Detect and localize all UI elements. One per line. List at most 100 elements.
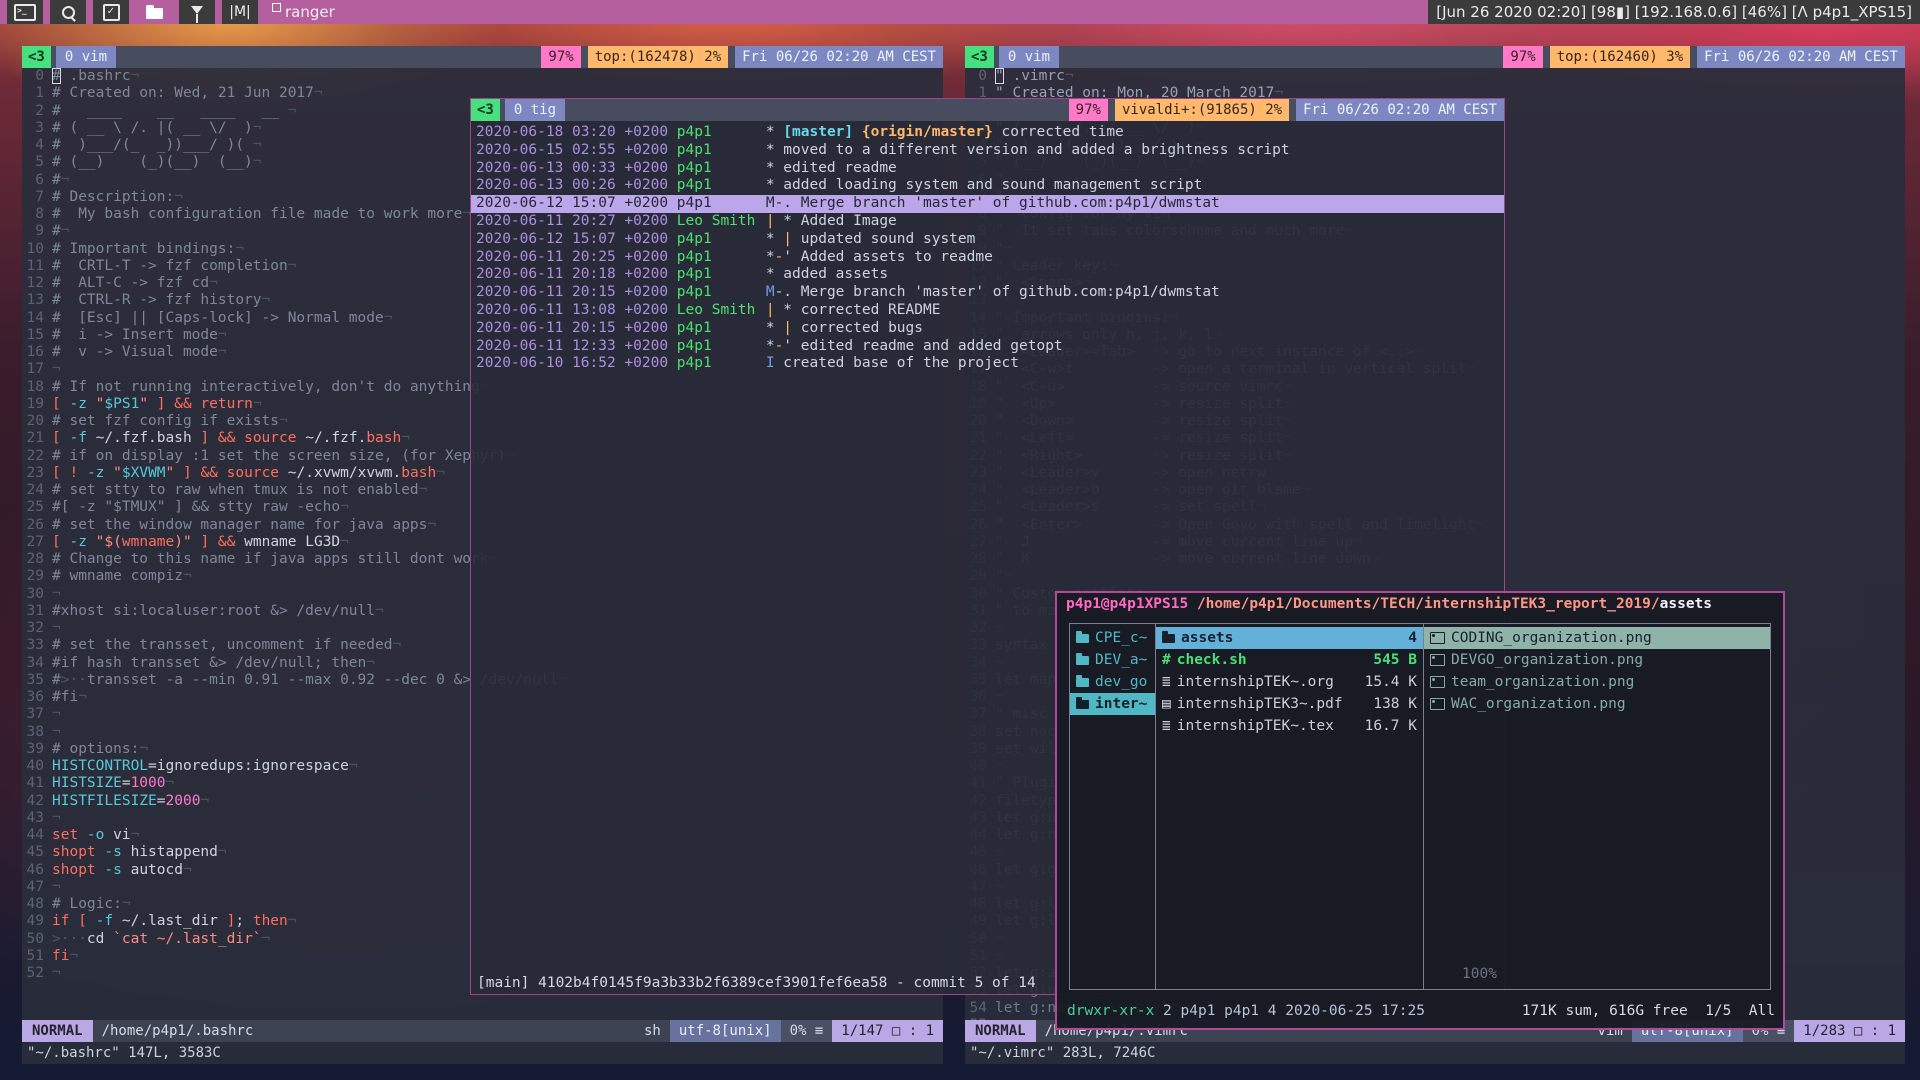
image-file-icon [1430,676,1445,688]
ranger-directory-path[interactable]: /home/p4p1/Documents/TECH/internshipTEK3… [1188,596,1659,612]
folder-icon [1076,678,1089,687]
ranger-preview-column: CODING_organization.pngDEVGO_organizatio… [1424,627,1770,989]
vim-cursor-position: 1/147 □ : 1 [832,1020,943,1042]
image-file-icon [1430,654,1445,666]
ranger-file-manager-window[interactable]: p4p1@p4p1XPS15 /home/p4p1/Documents/TECH… [1055,591,1785,1030]
ranger-hostname: p4p1@p4p1XPS15 [1066,596,1188,612]
ranger-file-entry[interactable]: ≣internshipTEK~.tex16.7 K [1156,715,1423,737]
tig-commit-row[interactable]: 2020-06-13 00:26 +0200 p4p1* added loadi… [471,177,1504,195]
image-file-icon [1430,698,1445,710]
tmux-cpu-badge: 97% [541,46,580,68]
vim-line: 0" .vimrc¬ [965,68,1905,85]
ranger-preview-entry[interactable]: WAC_organization.png [1424,693,1770,715]
folder-icon [1162,634,1175,643]
cocktail-icon [191,6,203,14]
ranger-file-entry[interactable]: ▤internshipTEK3~.pdf138 K [1156,693,1423,715]
file-info: 2 p4p1 p4p1 4 2020-06-25 17:25 [1154,1001,1425,1021]
tig-commit-row[interactable]: 2020-06-11 20:27 +0200 Leo Smith| * Adde… [471,213,1504,231]
tmux-cpu-badge: 97% [1503,46,1542,68]
directory-stats: 171K sum, 616G free 1/5 All [1522,1001,1775,1021]
tmux-session-badge[interactable]: <3 [22,46,51,68]
file-permissions: drwxr-xr-x [1067,1001,1154,1021]
tmux-cpu-badge: 97% [1069,99,1108,121]
workspace-tasks[interactable]: ✓ [93,0,129,24]
hash-file-icon: # [1162,649,1171,671]
m-icon: |M| [229,4,251,20]
ranger-path-breadcrumb: p4p1@p4p1XPS15 /home/p4p1/Documents/TECH… [1057,593,1783,619]
ranger-columns-box: CPE_c~DEV_a~dev_gointer~ assets4#check.s… [1069,623,1771,990]
tmux-top-process: vivaldi+:(91865) 2% [1115,99,1289,121]
image-file-icon [1430,632,1445,644]
text-file-icon: ≣ [1162,671,1171,693]
vim-mode-badge: NORMAL [22,1020,93,1042]
tmux-top-process: top:(162460) 3% [1550,46,1690,68]
check-icon: ✓ [103,4,120,21]
vim-cursor-position: 1/283 □ : 1 [1794,1020,1905,1042]
ranger-preview-entry[interactable]: DEVGO_organization.png [1424,649,1770,671]
tmux-clock: Fri 06/26 02:20 AM CEST [1296,99,1504,121]
system-status-text: [Jun 26 2020 02:20] [98▮] [192.168.0.6] … [1428,0,1920,24]
ranger-preview-entry[interactable]: CODING_organization.png [1424,627,1770,649]
tig-commit-row[interactable]: 2020-06-11 20:18 +0200 p4p1* added asset… [471,266,1504,284]
tmux-session-badge[interactable]: <3 [965,46,994,68]
tig-commit-row[interactable]: 2020-06-15 02:55 +0200 p4p1* moved to a … [471,142,1504,160]
search-icon [62,6,75,19]
top-bar: >_ ✓ |M| ranger [Jun 26 2020 02:20] [98▮… [0,0,1920,24]
ranger-main-column: assets4#check.sh545 B≣internshipTEK~.org… [1156,627,1423,989]
tmux-window-label[interactable]: 0 vim [999,46,1059,68]
tmux-window-label[interactable]: 0 vim [56,46,116,68]
tig-commit-list[interactable]: 2020-06-18 03:20 +0200 p4p1* [master] {o… [471,121,1504,373]
workspace-music[interactable]: |M| [222,0,258,24]
workspace-media[interactable] [179,0,215,24]
focused-window-title: ranger [285,0,335,24]
ranger-scroll-percent: 100% [1462,966,1497,982]
tmux-clock: Fri 06/26 02:20 AM CEST [1697,46,1905,68]
workspace-files-active[interactable] [136,0,172,24]
tig-commit-row[interactable]: 2020-06-11 20:15 +0200 p4p1M-. Merge bra… [471,284,1504,302]
vim-mode-badge: NORMAL [965,1020,1036,1042]
pdf-file-icon: ▤ [1162,693,1171,715]
ranger-parent-column: CPE_c~DEV_a~dev_gointer~ [1070,627,1155,989]
terminal-icon: >_ [14,4,36,21]
ranger-status-footer: drwxr-xr-x 2 p4p1 p4p1 4 2020-06-25 17:2… [1067,1001,1775,1021]
folder-icon [1076,634,1089,643]
ranger-parent-dir[interactable]: inter~ [1070,693,1155,715]
tig-status-footer: [main] 4102b4f0145f9a3b33b2f6389cef3901f… [477,975,1036,991]
vim-cmdline-left[interactable]: "~/.bashrc" 147L, 3583C [22,1042,943,1064]
tig-commit-row[interactable]: 2020-06-11 20:15 +0200 p4p1* | corrected… [471,320,1504,338]
workspace-terminal[interactable]: >_ [7,0,43,24]
tig-commit-row[interactable]: 2020-06-11 20:25 +0200 p4p1*-' Added ass… [471,249,1504,267]
tmux-statusbar-right: <3 0 vim 97% top:(162460) 3% Fri 06/26 0… [965,46,1905,68]
tig-commit-row[interactable]: 2020-06-12 15:07 +0200 p4p1M-. Merge bra… [471,195,1504,213]
ranger-file-entry[interactable]: #check.sh545 B [1156,649,1423,671]
tmux-window-label[interactable]: 0 tig [505,99,565,121]
ranger-parent-dir[interactable]: DEV_a~ [1070,649,1155,671]
ranger-parent-dir[interactable]: dev_go [1070,671,1155,693]
tmux-statusbar-left: <3 0 vim 97% top:(162478) 2% Fri 06/26 0… [22,46,943,68]
folder-icon [1076,700,1089,709]
folder-icon [146,8,163,19]
vim-line: 0# .bashrc¬ [22,68,943,85]
tig-commit-row[interactable]: 2020-06-13 00:33 +0200 p4p1* edited read… [471,160,1504,178]
vim-cmdline-right[interactable]: "~/.vimrc" 283L, 7246C [965,1042,1905,1064]
vim-encoding: utf-8[unix] [670,1020,781,1042]
text-file-icon: ≣ [1162,715,1171,737]
ranger-preview-entry[interactable]: team_organization.png [1424,671,1770,693]
tig-commit-row[interactable]: 2020-06-12 15:07 +0200 p4p1* | updated s… [471,231,1504,249]
ranger-current-dir: assets [1660,596,1712,612]
tmux-clock: Fri 06/26 02:20 AM CEST [735,46,943,68]
tig-commit-row[interactable]: 2020-06-11 12:33 +0200 p4p1*-' edited re… [471,338,1504,356]
vim-file-path: /home/p4p1/.bashrc [93,1020,263,1042]
layout-indicator-icon [272,3,281,12]
tig-commit-row[interactable]: 2020-06-11 13:08 +0200 Leo Smith| * corr… [471,302,1504,320]
vim-filetype: sh [635,1020,670,1042]
workspace-search[interactable] [50,0,86,24]
tmux-top-process: top:(162478) 2% [588,46,728,68]
ranger-file-entry[interactable]: assets4 [1156,627,1423,649]
ranger-file-entry[interactable]: ≣internshipTEK~.org15.4 K [1156,671,1423,693]
tmux-session-badge[interactable]: <3 [471,99,500,121]
vim-statusline-left: NORMAL /home/p4p1/.bashrc sh utf-8[unix]… [22,1020,943,1042]
ranger-parent-dir[interactable]: CPE_c~ [1070,627,1155,649]
tig-commit-row[interactable]: 2020-06-10 16:52 +0200 p4p1I created bas… [471,355,1504,373]
tig-commit-row[interactable]: 2020-06-18 03:20 +0200 p4p1* [master] {o… [471,124,1504,142]
